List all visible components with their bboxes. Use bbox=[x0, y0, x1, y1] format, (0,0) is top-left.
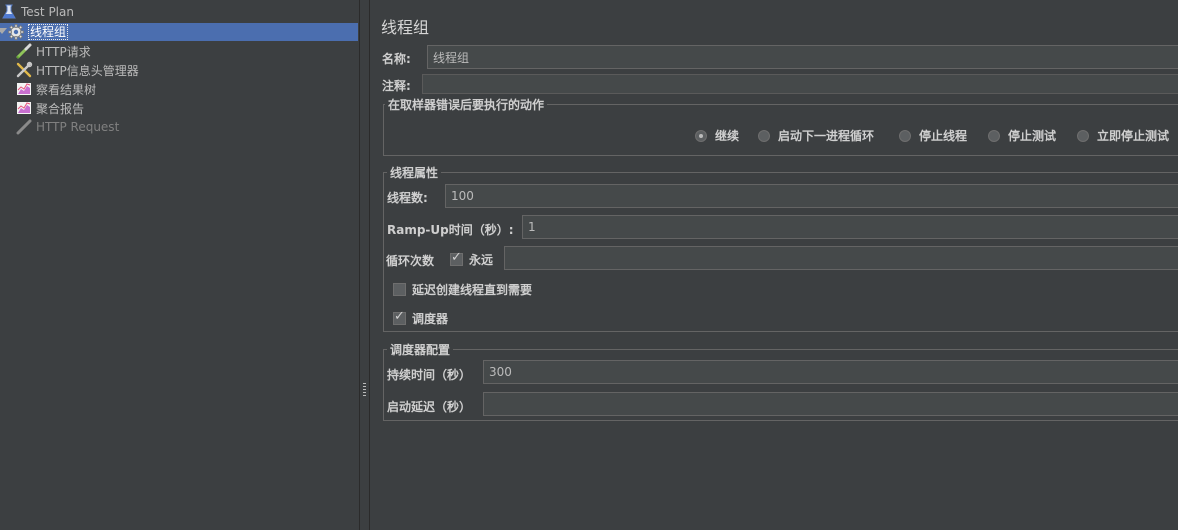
duration-label: 持续时间（秒） bbox=[387, 368, 472, 382]
tree-item-test-plan[interactable]: Test Plan bbox=[0, 3, 359, 21]
radio-indicator[interactable] bbox=[1077, 129, 1089, 142]
scheduler-checkbox[interactable]: 调度器 bbox=[393, 309, 449, 327]
page-title: 线程组 bbox=[381, 18, 430, 37]
radio-label: 立即停止测试 bbox=[1097, 129, 1170, 143]
radio-label: 继续 bbox=[715, 129, 740, 143]
radio-indicator[interactable] bbox=[758, 129, 770, 142]
checkbox-indicator[interactable] bbox=[393, 309, 406, 325]
radio-label: 停止测试 bbox=[1008, 129, 1057, 143]
chevron-down-icon[interactable] bbox=[0, 28, 7, 34]
tools-icon bbox=[15, 61, 33, 79]
chart-icon bbox=[15, 80, 33, 98]
rampup-field[interactable] bbox=[522, 215, 1178, 239]
tree-item-label: HTTP请求 bbox=[36, 44, 91, 59]
tree-item-thread-group[interactable]: 线程组 bbox=[0, 23, 358, 41]
threads-label: 线程数: bbox=[387, 191, 428, 205]
chart-icon bbox=[15, 99, 33, 117]
comment-field[interactable] bbox=[422, 74, 1178, 94]
pipette-icon bbox=[15, 118, 33, 136]
radio-continue[interactable]: 继续 bbox=[695, 127, 739, 144]
comment-label: 注释: bbox=[382, 79, 411, 93]
tree-item-label: Test Plan bbox=[21, 5, 74, 19]
radio-start-next-loop[interactable]: 启动下一进程循环 bbox=[758, 127, 874, 144]
group-border bbox=[383, 172, 1178, 173]
name-field[interactable] bbox=[427, 45, 1178, 69]
checkbox-indicator[interactable] bbox=[393, 283, 406, 296]
radio-stop-thread[interactable]: 停止线程 bbox=[899, 127, 967, 144]
checkbox-label: 调度器 bbox=[412, 312, 449, 326]
tree-item-http-request-disabled[interactable]: HTTP Request bbox=[15, 118, 345, 136]
checkbox-indicator[interactable] bbox=[450, 250, 463, 266]
tree-item-view-results-tree[interactable]: 察看结果树 bbox=[15, 80, 345, 98]
rampup-label: Ramp-Up时间（秒）: bbox=[387, 223, 514, 237]
error-action-title: 在取样器错误后要执行的动作 bbox=[385, 96, 548, 113]
checkbox-label: 永远 bbox=[469, 253, 494, 267]
tree-item-label: HTTP信息头管理器 bbox=[36, 63, 139, 78]
tree-item-http-request[interactable]: HTTP请求 bbox=[15, 42, 345, 60]
tree-item-label: HTTP Request bbox=[36, 120, 120, 134]
group-border bbox=[383, 349, 1178, 350]
startup-delay-field[interactable] bbox=[483, 392, 1178, 416]
delay-thread-creation-checkbox[interactable]: 延迟创建线程直到需要 bbox=[393, 281, 532, 298]
tree-item-aggregate-report[interactable]: 聚合报告 bbox=[15, 99, 345, 117]
test-plan-tree: Test Plan 线程组 HTTP请求 HTTP信息头管理器 察看结果树 聚合… bbox=[0, 0, 359, 530]
radio-label: 停止线程 bbox=[919, 129, 968, 143]
radio-indicator[interactable] bbox=[988, 129, 1000, 142]
grip-icon bbox=[363, 383, 366, 397]
threads-field[interactable] bbox=[445, 184, 1178, 208]
tree-item-label: 线程组 bbox=[28, 24, 69, 40]
radio-indicator[interactable] bbox=[899, 129, 911, 142]
radio-indicator[interactable] bbox=[695, 129, 707, 142]
radio-stop-test[interactable]: 停止测试 bbox=[988, 127, 1056, 144]
startup-delay-label: 启动延迟（秒） bbox=[387, 400, 472, 414]
radio-stop-test-now[interactable]: 立即停止测试 bbox=[1077, 127, 1169, 144]
name-label: 名称: bbox=[382, 52, 411, 66]
tree-item-header-manager[interactable]: HTTP信息头管理器 bbox=[15, 61, 345, 79]
tree-item-label: 察看结果树 bbox=[36, 82, 97, 97]
checkbox-label: 延迟创建线程直到需要 bbox=[412, 283, 533, 297]
loop-count-label: 循环次数 bbox=[386, 254, 435, 268]
forever-checkbox[interactable]: 永远 bbox=[450, 250, 494, 268]
radio-label: 启动下一进程循环 bbox=[778, 129, 875, 143]
scheduler-config-title: 调度器配置 bbox=[387, 341, 454, 358]
duration-field[interactable] bbox=[483, 360, 1178, 384]
pipette-icon bbox=[15, 42, 33, 60]
tree-item-label: 聚合报告 bbox=[36, 101, 85, 116]
loop-count-field[interactable] bbox=[504, 246, 1178, 270]
thread-properties-title: 线程属性 bbox=[387, 164, 442, 181]
thread-group-panel: 线程组 名称: 注释: 在取样器错误后要执行的动作 继续 启动下一进程循环 停止… bbox=[370, 0, 1178, 530]
split-pane-divider[interactable] bbox=[359, 0, 370, 530]
test-plan-icon bbox=[0, 3, 18, 21]
gear-icon bbox=[7, 23, 25, 41]
